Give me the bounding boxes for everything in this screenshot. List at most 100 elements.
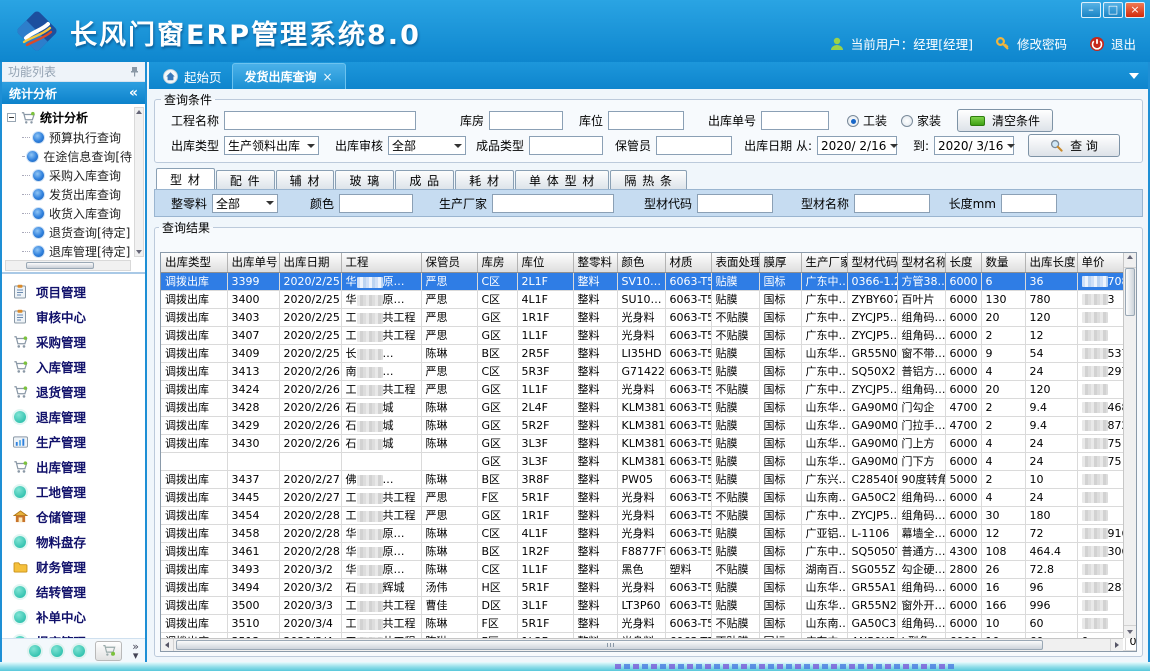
column-header[interactable]: 单价 bbox=[1077, 253, 1125, 272]
order-no-input[interactable] bbox=[761, 111, 829, 130]
column-header[interactable]: 出库长度 bbox=[1025, 253, 1077, 272]
column-header[interactable]: 生产厂家 bbox=[801, 253, 847, 272]
table-row[interactable]: 调拨出库34292020/2/26石城陈琳G区5R2F整料KLM38176063… bbox=[161, 416, 1137, 434]
grid-vscroll-thumb[interactable] bbox=[1125, 268, 1135, 316]
grid-horizontal-scrollbar[interactable] bbox=[161, 638, 1123, 651]
minimize-button[interactable]: – bbox=[1081, 2, 1101, 18]
pin-icon[interactable] bbox=[130, 66, 139, 77]
column-header[interactable]: 整零料 bbox=[573, 253, 617, 272]
tree-item[interactable]: 在途信息查询[待 bbox=[7, 147, 132, 166]
material-tab[interactable]: 耗 材 bbox=[455, 170, 514, 189]
column-header[interactable]: 型材名称 bbox=[897, 253, 945, 272]
factory-input[interactable] bbox=[492, 194, 614, 213]
material-tab[interactable]: 辅 材 bbox=[276, 170, 335, 189]
table-row[interactable]: 调拨出库34932020/3/2华原…陈琳C区1L1F整料黑色塑料不贴膜国标湖南… bbox=[161, 560, 1137, 578]
table-row[interactable]: G区3L3F整料KLM38176063-T5贴膜国标山东华…GA90M09…门下… bbox=[161, 452, 1137, 470]
material-tab[interactable]: 隔 热 条 bbox=[610, 170, 687, 189]
module-cart-button[interactable] bbox=[95, 641, 122, 661]
date-to-select[interactable]: 2020/ 3/16 bbox=[934, 136, 1014, 155]
radio-home[interactable] bbox=[901, 115, 913, 127]
tree-item[interactable]: 退货查询[待定] bbox=[7, 223, 132, 242]
project-name-input[interactable] bbox=[224, 111, 416, 130]
change-password-link[interactable]: 修改密码 bbox=[1017, 34, 1067, 53]
column-header[interactable]: 出库日期 bbox=[279, 253, 341, 272]
table-row[interactable]: 调拨出库34092020/2/25长…陈琳B区2R5F整料LI35HD6063-… bbox=[161, 344, 1137, 362]
length-input[interactable] bbox=[1001, 194, 1057, 213]
sidebar-item-采购管理[interactable]: 采购管理 bbox=[2, 329, 145, 354]
column-header[interactable]: 出库类型 bbox=[161, 253, 227, 272]
column-header[interactable]: 表面处理 bbox=[711, 253, 759, 272]
table-row[interactable]: 调拨出库34582020/2/28华原…陈琳C区4L1F整料光身料6063-T5… bbox=[161, 524, 1137, 542]
outbound-type-select[interactable]: 生产领料出库 bbox=[224, 136, 319, 155]
table-row[interactable]: 调拨出库34132020/2/26南…严思C区5R3F整料G714226063-… bbox=[161, 362, 1137, 380]
tree-item[interactable]: 发货出库查询 bbox=[7, 185, 132, 204]
collapse-icon[interactable]: « bbox=[129, 85, 138, 101]
material-tab[interactable]: 型 材 bbox=[156, 168, 215, 189]
sidebar-item-出库管理[interactable]: 出库管理 bbox=[2, 454, 145, 479]
sidebar-item-工地管理[interactable]: 工地管理 bbox=[2, 479, 145, 504]
close-button[interactable]: × bbox=[1125, 2, 1145, 18]
tab-overflow-icon[interactable] bbox=[1129, 73, 1139, 79]
material-tab[interactable]: 配 件 bbox=[216, 170, 275, 189]
sidebar-item-审核中心[interactable]: 审核中心 bbox=[2, 304, 145, 329]
logout-link[interactable]: 退出 bbox=[1111, 34, 1136, 53]
sidebar-item-财务管理[interactable]: 财务管理 bbox=[2, 554, 145, 579]
column-header[interactable]: 库房 bbox=[477, 253, 517, 272]
audit-select[interactable]: 全部 bbox=[388, 136, 466, 155]
column-header[interactable]: 材质 bbox=[665, 253, 711, 272]
tab-active[interactable]: 发货出库查询 × bbox=[232, 63, 346, 89]
material-tab[interactable]: 成 品 bbox=[395, 170, 454, 189]
search-button[interactable]: 查 询 bbox=[1028, 134, 1120, 157]
module-dot-icon[interactable] bbox=[73, 645, 85, 657]
tree-item[interactable]: 预算执行查询 bbox=[7, 128, 132, 147]
table-row[interactable]: 调拨出库33992020/2/25华原…严思C区2L1F整料SV10…6063-… bbox=[161, 272, 1137, 290]
product-type-input[interactable] bbox=[529, 136, 603, 155]
column-header[interactable]: 颜色 bbox=[617, 253, 665, 272]
color-input[interactable] bbox=[339, 194, 413, 213]
tree-vertical-scrollbar[interactable] bbox=[134, 107, 144, 257]
profile-name-input[interactable] bbox=[854, 194, 930, 213]
sidebar-item-入库管理[interactable]: 入库管理 bbox=[2, 354, 145, 379]
sidebar-item-结转管理[interactable]: 结转管理 bbox=[2, 579, 145, 604]
profile-code-input[interactable] bbox=[697, 194, 773, 213]
table-row[interactable]: 调拨出库34942020/3/2石辉城汤伟H区5R1F整料光身料6063-T5贴… bbox=[161, 578, 1137, 596]
tree-item[interactable]: 采购入库查询 bbox=[7, 166, 132, 185]
material-tab[interactable]: 玻 璃 bbox=[335, 170, 394, 189]
tab-home[interactable]: 起始页 bbox=[153, 64, 232, 89]
column-header[interactable]: 保管员 bbox=[421, 253, 477, 272]
sidebar-item-生产管理[interactable]: 生产管理 bbox=[2, 429, 145, 454]
keeper-input[interactable] bbox=[656, 136, 732, 155]
clear-button[interactable]: 清空条件 bbox=[957, 109, 1053, 132]
module-dot-icon[interactable] bbox=[29, 645, 41, 657]
date-from-select[interactable]: 2020/ 2/16 bbox=[817, 136, 897, 155]
tree-horizontal-scrollbar[interactable] bbox=[5, 260, 131, 271]
tree-item[interactable]: 退库管理[待定] bbox=[7, 242, 132, 261]
sidebar-section-header[interactable]: 统计分析 « bbox=[2, 82, 145, 104]
radio-industrial[interactable] bbox=[847, 115, 859, 127]
grid-vertical-scrollbar[interactable] bbox=[1123, 253, 1136, 638]
column-header[interactable]: 膜厚 bbox=[759, 253, 801, 272]
table-row[interactable]: 调拨出库34072020/2/25工共工程严思G区1L1F整料光身料6063-T… bbox=[161, 326, 1137, 344]
location-input[interactable] bbox=[608, 111, 684, 130]
sidebar-item-物料盘存[interactable]: 物料盘存 bbox=[2, 529, 145, 554]
grid-hscroll-thumb[interactable] bbox=[176, 640, 1043, 650]
table-row[interactable]: 调拨出库34302020/2/26石城陈琳G区3L3F整料KLM38176063… bbox=[161, 434, 1137, 452]
table-row[interactable]: 调拨出库34542020/2/28工共工程严思G区1R1F整料光身料6063-T… bbox=[161, 506, 1137, 524]
tree-root-item[interactable]: 统计分析 bbox=[7, 107, 132, 128]
column-header[interactable]: 库位 bbox=[517, 253, 573, 272]
whole-piece-select[interactable]: 全部 bbox=[212, 194, 278, 213]
table-row[interactable]: 调拨出库34282020/2/26石城陈琳G区2L4F整料KLM38176063… bbox=[161, 398, 1137, 416]
column-header[interactable]: 长度 bbox=[945, 253, 981, 272]
module-dot-icon[interactable] bbox=[51, 645, 63, 657]
table-row[interactable]: 调拨出库34612020/2/28华原…陈琳B区1R2F整料F8877FT606… bbox=[161, 542, 1137, 560]
column-header[interactable]: 型材代码 bbox=[847, 253, 897, 272]
sidebar-item-项目管理[interactable]: 项目管理 bbox=[2, 279, 145, 304]
table-row[interactable]: 调拨出库35102020/3/4工共工程陈琳F区5R1F整料光身料6063-T5… bbox=[161, 614, 1137, 632]
sidebar-item-补单中心[interactable]: 补单中心 bbox=[2, 604, 145, 629]
column-header[interactable]: 工程 bbox=[341, 253, 421, 272]
table-row[interactable]: 调拨出库34452020/2/27工共工程严思F区5R1F整料光身料6063-T… bbox=[161, 488, 1137, 506]
warehouse-input[interactable] bbox=[489, 111, 563, 130]
sidebar-item-仓储管理[interactable]: 仓储管理 bbox=[2, 504, 145, 529]
table-row[interactable]: 调拨出库34002020/2/25华原…严思C区4L1F整料SU10…6063-… bbox=[161, 290, 1137, 308]
maximize-button[interactable]: □ bbox=[1103, 2, 1123, 18]
